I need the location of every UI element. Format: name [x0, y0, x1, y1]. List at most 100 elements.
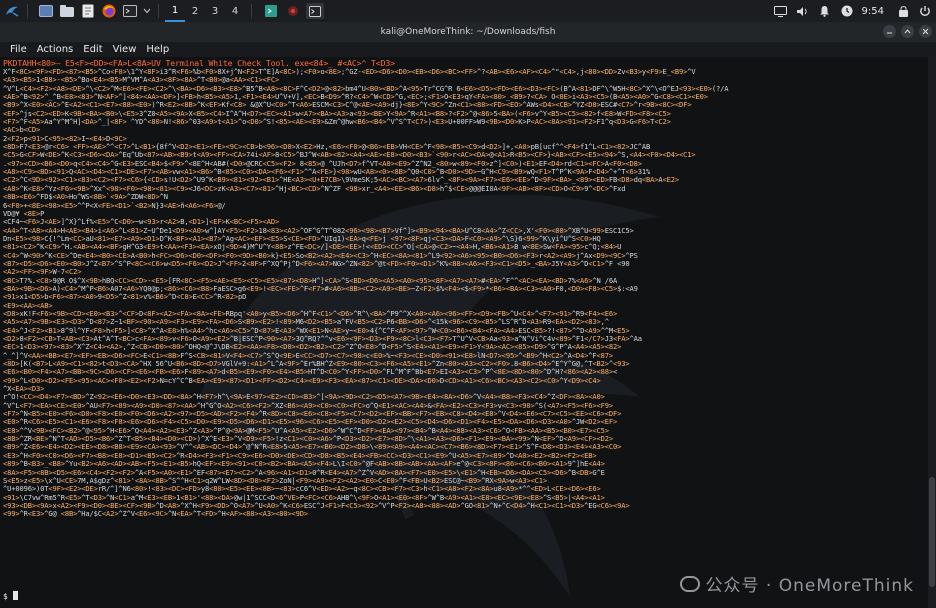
terminal-line: r^O!<CC><D4><F7><BD>^Z<92><E6><D0><E3><D…: [3, 393, 605, 402]
terminal-line: <8D>[K(<B7>L<A9><C1><82>t<D3><CA>^HX 56^…: [3, 360, 630, 369]
menu-view[interactable]: View: [108, 44, 142, 55]
terminal-launcher-icon[interactable]: [121, 2, 139, 20]
terminal-line: <89>^B<B3>_<B8>^Yu<B2><A6><AD><AB><F5><E…: [3, 460, 605, 469]
panel-clock[interactable]: 9:54: [862, 6, 884, 17]
maximize-icon[interactable]: [901, 25, 914, 38]
terminal-line: <E3>^H<F0><C0><D6><F7><B8><E8><D1><B5><C…: [3, 451, 597, 460]
terminal-line: <B7><D5><D6><E0><B0>J^Z<B7>^S^P<8C><C6>w…: [3, 259, 630, 268]
minimize-icon[interactable]: [883, 25, 896, 38]
terminal-line: <E8>^^V<9B><FC><B2>^@<95>^H<E6>^Q<A4><A2…: [3, 426, 609, 435]
terminal-line: <E9><AA><AB>: [3, 301, 53, 310]
menu-help[interactable]: Help: [141, 44, 174, 55]
terminal-line-header: PKDTAHH<80>– E5<F><DD><FA>L<8A>UV Termin…: [3, 59, 395, 68]
screen-icon[interactable]: [770, 0, 792, 22]
terminal-line: S<E5>z<E5>\x^U<CE>7M,A$gDz^<81>'<8A><8B>…: [3, 476, 548, 485]
terminal-line: <E0>^R<C6><E5><C1><E6><F8><F8><E6><D6><F…: [3, 418, 618, 427]
workspace-1[interactable]: 1: [165, 0, 185, 22]
terminal-line: X^F<8C><9F><FD><87><B5>^Co<F0>\1^Y<8F>i3…: [3, 68, 696, 76]
battery-power-icon[interactable]: [836, 0, 858, 22]
terminal-line: <B9>^Z<E6><E4><D2><EE><D8><B8><E9><CA><9…: [3, 443, 622, 452]
terminal-line: <8B><E6>^FD$<A0>Ho^WS<8B>`<9A>^ZDW<8D>^N: [3, 193, 168, 202]
terminal-line: <A8>^K<E8>^Yz<F6><9B>^Xx^<98><F0><98><81…: [3, 184, 626, 193]
shell-prompt[interactable]: $: [3, 591, 18, 601]
terminal-line: ^V^L<C4><F2><A8><DE>^\<C2>^M<E6><FE><C2>…: [3, 84, 729, 93]
terminal-menubar: File Actions Edit View Help: [0, 42, 936, 57]
prompt-symbol: $: [3, 592, 8, 601]
task-terminal-dark-icon[interactable]: [262, 3, 280, 19]
terminal-line: <8B>^ZR<BE>^N^T<AD><D5><B6>^Z^T<B5><B4><…: [3, 435, 613, 444]
wechat-watermark: 公众号 · OneMoreThink: [679, 571, 914, 596]
show-desktop-icon[interactable]: [37, 2, 55, 20]
task-terminal-icon[interactable]: [306, 3, 324, 19]
terminal-line: <99>^R<E3>^G@ <8B>^Ha/$C<A2>^Z^V<E6><9C>…: [3, 510, 308, 519]
terminal-line: <C5>G<CF>W<DE>^K<C3><D6><DA>^Eq^Ub<87><A…: [3, 151, 696, 160]
menu-edit[interactable]: Edit: [78, 44, 107, 55]
power-menu-icon[interactable]: [914, 0, 936, 22]
terminal-line: 6<F0>+<8E><98><E5>^^P<X<FE><D1>`<B2>N}3<…: [3, 201, 226, 210]
terminal-line: ^_^]^V<AA><BB><E7><EF><EB><D6><FC>E<C1><…: [3, 351, 613, 360]
terminal-line: <B9>^X<E0><AC>^E<A2><C1><E7><88><E0>)^R<…: [3, 101, 692, 110]
terminal-line: .<97><CD><B6><D0>q<C4><C4>^G<E3>ESC<B4>$…: [3, 159, 642, 168]
close-icon[interactable]: [919, 25, 932, 38]
terminal-line: <A5><A7><9B><E3><D3>^D<87>Z~1<BF><90><A9…: [3, 318, 609, 327]
terminal-hex-block: X^F<8C><9F><FD><87><B5>^Co<F0>\1^Y<8F>i3…: [3, 68, 923, 519]
terminal-line: ^U+0096>)0T<9F><E2><DE>rR/^]^N6<80>!<83>…: [3, 485, 601, 494]
terminal-line: Dn<E5><98>C{!^Lm<CC>aU<81><E7><A9><D1>D^…: [3, 234, 601, 243]
terminal-line: <E6><B0><F4><A7><BB><9C><D6><CF><E6><FB>…: [3, 368, 618, 377]
terminal-line: <D2>8<F2><CB>T<AB><C3>At^A^T<BC>c<FA><89…: [3, 335, 642, 343]
terminal-line: <91>x1<D5>b<F6><87><A0>9<D5>^Z<81>v%<B6>…: [3, 293, 247, 302]
terminal-line: ^V^L<F7><EA><CE><E0>^AU<F7><89><A9><D0><…: [3, 401, 613, 410]
terminal-line: <8A><F5><8B><D5><E6><C4><F2><F2>^A<F5><A…: [3, 468, 605, 477]
terminal-line: <D8>xK!F<F6><9B><CD><E0><B3>^<CF>D<8F><A…: [3, 309, 618, 318]
terminal-line: <EC>1<D3><97><83>^X^Z<C4><A2>,^Z<CB><D0>…: [3, 343, 622, 352]
text-editor-icon[interactable]: [79, 2, 97, 20]
terminal-line: <CF4~<F6>J<AE>]^X}^Lf%<E5>^C<D0>~w<93>r<…: [3, 218, 280, 227]
terminal-line: <A8><C9><BD><91>Q<AC><D4><C1><DE><F7><AB…: [3, 168, 651, 177]
terminal-output[interactable]: PKDTAHH<80>– E5<F><DD><FA>L<8A>UV Termin…: [0, 57, 928, 608]
top-panel: 1 2 3 4 9:54: [0, 0, 936, 22]
volume-icon[interactable]: [792, 0, 814, 22]
menu-actions[interactable]: Actions: [32, 44, 79, 55]
terminal-line: <81><C2>^K<C9>^H.<AB><A4><BF>gH^G3<E9>t<…: [3, 243, 622, 252]
system-tray: 9:54: [770, 0, 936, 22]
terminal-line: <F7>^F<A5>Aa^Y^M^H]<DA>^_|<8F> ^YD^<80>N…: [3, 118, 671, 127]
menu-file[interactable]: File: [0, 44, 32, 55]
panel-separator: [27, 4, 28, 18]
terminal-line: <C2>^C<9D><92><C1><83><C2><F7><C6>{<CD>s…: [3, 176, 679, 185]
window-titlebar[interactable]: kali@OneMoreThink: ~/Downloads/fish: [0, 22, 936, 42]
launcher-dropdown-icon[interactable]: [142, 2, 152, 20]
terminal-line: <BC>T?%.<C8>9@R O$^X<9B>hBQ<CC><CD>-<E5>…: [3, 276, 618, 285]
terminal-line: <BA><9B><D6>A)<C4>^M^P<B6>A07<A6>YQ0@p;<…: [3, 284, 638, 293]
kali-menu-icon[interactable]: [3, 2, 21, 20]
file-manager-icon[interactable]: [58, 2, 76, 20]
terminal-line: 2<F2>p<91>C<95><82>I~<E4>D<9C>: [3, 134, 127, 143]
workspace-2[interactable]: 2: [185, 0, 205, 22]
terminal-line: <93><DB><9A>x<A2><F9><D0><BE><CF><9B>^D<…: [3, 501, 630, 510]
panel-separator: [158, 4, 159, 18]
lock-screen-icon[interactable]: [892, 0, 914, 22]
text-cursor: [12, 591, 18, 600]
terminal-lines: PKDTAHH<80>– E5<F><DD><FA>L<8A>UV Termin…: [3, 59, 923, 519]
terminal-line: ^X<EA><D3>: [3, 385, 45, 394]
task-app-icon[interactable]: [284, 3, 302, 19]
terminal-line: <E4>^J<F2><B1>8^9l^YF<F8>h<F5>]<C8>^X^A<…: [3, 326, 630, 335]
terminal-line: <A4>^T<A8><A4>H<AE><B4>i<A6>^L<81>Z~U^De…: [3, 226, 634, 235]
workspace-3[interactable]: 3: [205, 0, 225, 22]
terminal-line: VD@¥ <8E>P: [3, 209, 45, 218]
workspace-4[interactable]: 4: [225, 0, 245, 22]
panel-separator: [251, 4, 252, 18]
terminal-line: <A3><B5>1<B8>-<B5>^Bo<E4><B5>M^VM^A<A3><…: [3, 76, 280, 85]
terminal-line: <A2><FF><9F>W-7<C2>: [3, 268, 82, 277]
terminal-line: <8D>F?<E3>@r<C6> <FF><AE>^^<C7>^L<B1>{8f…: [3, 143, 651, 152]
notifications-icon[interactable]: [814, 0, 836, 22]
terminal-line: <99>^L<D0><D2><FE><95><AC><F0><E2><F2>N=…: [3, 376, 601, 385]
firefox-icon[interactable]: [100, 2, 118, 20]
wechat-icon: [679, 575, 700, 592]
terminal-line: <AE>^B<92>^_^B<E8><83>^N<AF>^]<84><AA><D…: [3, 93, 708, 102]
scrollbar-thumb[interactable]: [929, 477, 935, 587]
terminal-line: <EF>^js<C2><ED>K<9B><BA><B0>\<E5>3^Z0<A5…: [3, 109, 671, 118]
terminal-line: <AC>b<CD>: [3, 126, 41, 135]
terminal-line: <91>\C7vw^Rm5^R<E5>^T<D3>^N<C1>a^M<E3><E…: [3, 493, 605, 502]
terminal-scrollbar[interactable]: [928, 57, 936, 608]
terminal-line: <C4>^W<90>^K<CE>^De<E4><B0><CE>A<B0>h<FC…: [3, 251, 638, 260]
